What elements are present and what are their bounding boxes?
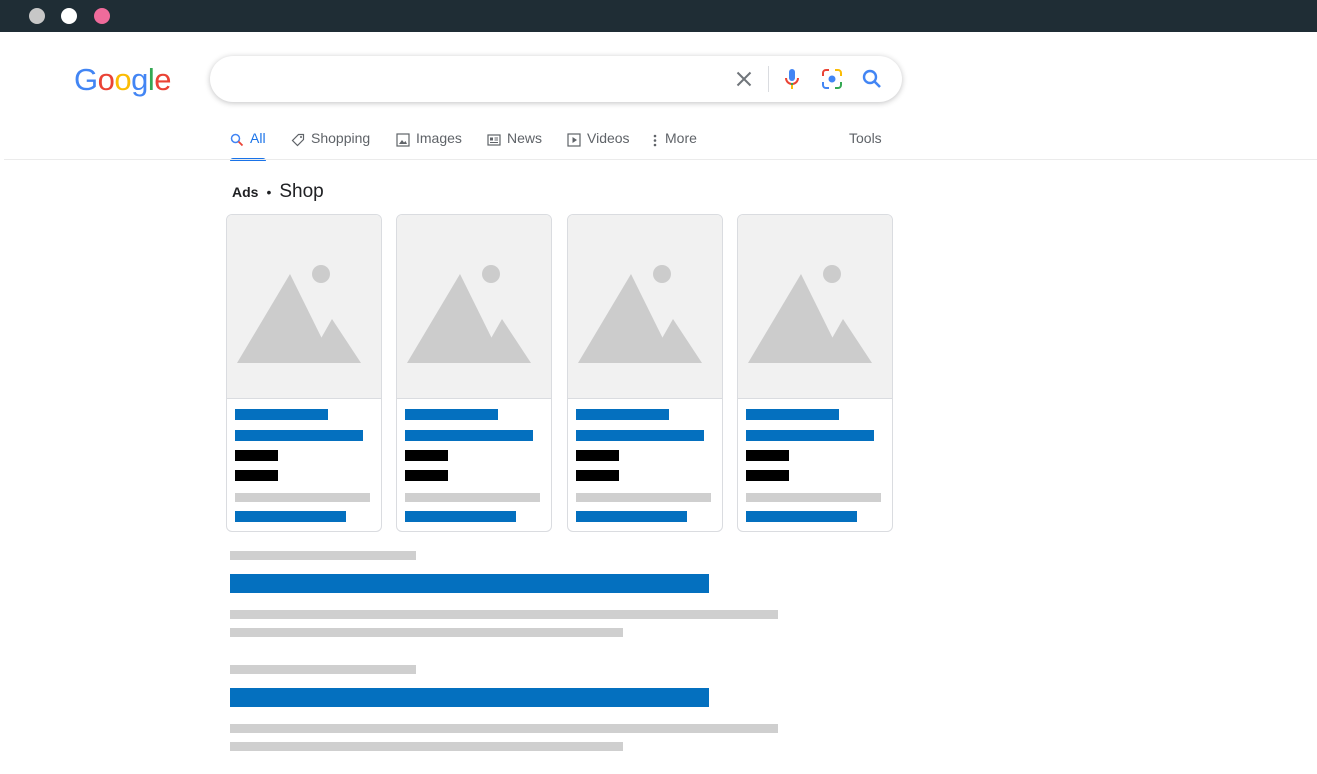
search-input[interactable] [232,68,716,92]
logo-letter: o [114,62,132,97]
tab-label: News [507,130,543,146]
mic-icon[interactable] [780,67,804,91]
image-icon [396,133,410,147]
result-snippet-line [230,724,778,733]
product-card[interactable] [737,214,893,532]
product-image[interactable] [738,215,892,399]
window-titlebar [0,0,1317,32]
tab-more[interactable]: More [652,130,697,160]
product-title-line[interactable] [405,430,533,441]
result-url-line[interactable] [230,551,416,560]
product-card[interactable] [396,214,552,532]
image-placeholder-icon [237,265,361,363]
product-link-line[interactable] [405,511,516,522]
tab-videos[interactable]: Videos [567,130,630,160]
product-price-line [405,470,448,481]
product-title-line[interactable] [576,409,669,420]
play-icon [567,133,581,147]
product-title-line[interactable] [405,409,498,420]
result-snippet-line [230,742,623,751]
product-title-line[interactable] [746,430,874,441]
image-placeholder-icon [578,265,702,363]
product-merchant-line [746,493,881,502]
image-placeholder-icon [748,265,872,363]
product-title-line[interactable] [235,430,363,441]
product-price-line [235,450,278,461]
tab-all[interactable]: All [230,130,266,160]
image-placeholder-icon [407,265,531,363]
news-icon [487,134,501,146]
window-control-dot[interactable] [94,8,110,24]
tab-label: Images [416,130,462,146]
ads-header: Ads • Shop [232,180,324,204]
tab-label: Shopping [311,130,371,146]
tab-images[interactable]: Images [396,130,462,160]
result-title-line[interactable] [230,574,709,593]
product-card[interactable] [226,214,382,532]
result-snippet-line [230,628,623,637]
result-url-line[interactable] [230,665,416,674]
tabs-divider [4,159,1317,160]
result-snippet-line [230,610,778,619]
product-image[interactable] [568,215,722,399]
search-tabs: All Shopping Images News Videos More Too… [0,122,1317,161]
product-card[interactable] [567,214,723,532]
search-icon [230,133,244,147]
more-vert-icon [653,134,657,147]
product-merchant-line [235,493,370,502]
product-link-line[interactable] [576,511,687,522]
product-title-line[interactable] [746,409,839,420]
product-link-line[interactable] [235,511,346,522]
product-image[interactable] [227,215,381,399]
logo-letter: e [154,62,172,97]
tab-label: More [665,130,697,146]
product-title-line[interactable] [576,430,704,441]
window-control-dot[interactable] [29,8,45,24]
product-price-line [746,450,789,461]
product-merchant-line [405,493,540,502]
tools-button[interactable]: Tools [849,130,882,160]
camera-lens-icon[interactable] [820,67,844,91]
ads-label: Ads [232,184,259,200]
product-title-line[interactable] [235,409,328,420]
tab-label: All [250,130,266,146]
product-price-line [405,450,448,461]
ads-separator: • [266,184,272,200]
search-box[interactable] [210,56,902,102]
tab-label: Videos [587,130,630,146]
shop-title: Shop [279,181,324,202]
window-control-dot[interactable] [61,8,77,24]
tag-icon [291,133,305,147]
product-price-line [235,470,278,481]
google-logo[interactable]: Google [74,62,172,97]
result-title-line[interactable] [230,688,709,707]
logo-letter: g [131,62,148,97]
logo-letter: G [74,62,98,97]
tools-label: Tools [849,130,882,146]
product-merchant-line [576,493,711,502]
tab-shopping[interactable]: Shopping [291,130,370,160]
logo-letter: o [97,62,115,97]
search-icon[interactable] [860,67,884,91]
close-icon[interactable] [732,67,756,91]
product-price-line [576,450,619,461]
product-price-line [576,470,619,481]
search-divider [768,66,769,92]
product-price-line [746,470,789,481]
product-image[interactable] [397,215,551,399]
product-link-line[interactable] [746,511,857,522]
tab-news[interactable]: News [487,130,542,160]
